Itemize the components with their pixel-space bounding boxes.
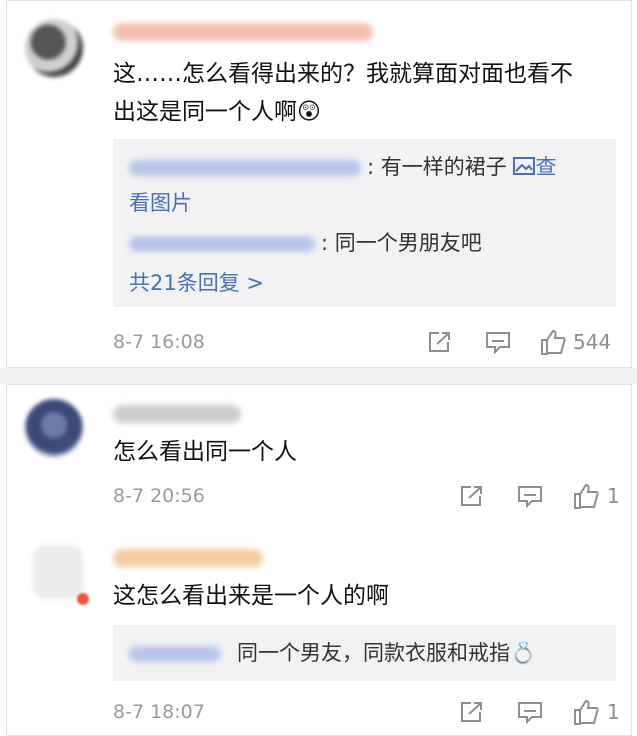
comment-icon[interactable] xyxy=(485,330,511,358)
username-blurred[interactable] xyxy=(113,23,373,41)
comment-icon[interactable] xyxy=(517,700,543,728)
avatar[interactable] xyxy=(25,19,83,77)
comment-icon[interactable] xyxy=(517,484,543,512)
emoji-astonished: 😲 xyxy=(297,99,321,125)
comment-text-line1: 这……怎么看得出来的？我就算面对面也看不 xyxy=(113,61,573,87)
share-icon[interactable] xyxy=(459,484,485,512)
replies-box[interactable]: 同一个男友，同款衣服和戒指💍 xyxy=(113,625,616,681)
like-count: 544 xyxy=(573,330,612,354)
separator xyxy=(0,368,637,384)
reply-item[interactable]: : 同一个男朋友吧 xyxy=(129,227,482,259)
image-icon[interactable] xyxy=(513,152,536,184)
ring-emoji: 💍 xyxy=(510,641,537,665)
like-count: 1 xyxy=(607,700,620,724)
more-replies-link[interactable]: 共21条回复 > xyxy=(129,267,264,299)
timestamp: 8-7 18:07 xyxy=(113,701,205,723)
reply-author-blurred[interactable] xyxy=(129,160,361,176)
share-icon[interactable] xyxy=(427,330,453,358)
comment-text: 这怎么看出来是一个人的啊 xyxy=(113,583,389,609)
reply-author-blurred[interactable] xyxy=(129,646,221,662)
username-blurred[interactable] xyxy=(113,549,263,567)
view-image-link-cont[interactable]: 看图片 xyxy=(129,187,192,219)
avatar[interactable] xyxy=(33,545,83,599)
comment-text: 怎么看出同一个人 xyxy=(113,439,297,465)
like-icon[interactable] xyxy=(572,698,600,730)
share-icon[interactable] xyxy=(459,700,485,728)
comment-text-line2: 出这是同一个人啊 xyxy=(113,99,297,125)
replies-box[interactable]: : 有一样的裙子 查 看图片 : 同一个男朋友吧 共21条回复 > xyxy=(113,139,616,307)
reply-item[interactable]: : 有一样的裙子 查 xyxy=(129,151,556,184)
like-icon[interactable] xyxy=(572,482,600,514)
username-blurred[interactable] xyxy=(113,405,241,423)
comment-text: 这……怎么看得出来的？我就算面对面也看不 出这是同一个人啊😲 xyxy=(113,55,623,131)
like-icon[interactable] xyxy=(539,328,567,360)
view-image-link[interactable]: 查 xyxy=(535,155,556,179)
timestamp: 8-7 16:08 xyxy=(113,331,205,353)
comment-card-2: 怎么看出同一个人 8-7 20:56 1 这怎么看出来是一个人的啊 同一个男友，… xyxy=(6,384,632,736)
reply-item[interactable]: 同一个男友，同款衣服和戒指💍 xyxy=(129,637,536,669)
comment-card-1: 这……怎么看得出来的？我就算面对面也看不 出这是同一个人啊😲 : 有一样的裙子 … xyxy=(6,0,632,368)
timestamp: 8-7 20:56 xyxy=(113,485,205,507)
reply-author-blurred[interactable] xyxy=(129,236,315,252)
avatar-badge xyxy=(77,593,89,605)
avatar[interactable] xyxy=(25,399,83,457)
like-count: 1 xyxy=(607,484,620,508)
